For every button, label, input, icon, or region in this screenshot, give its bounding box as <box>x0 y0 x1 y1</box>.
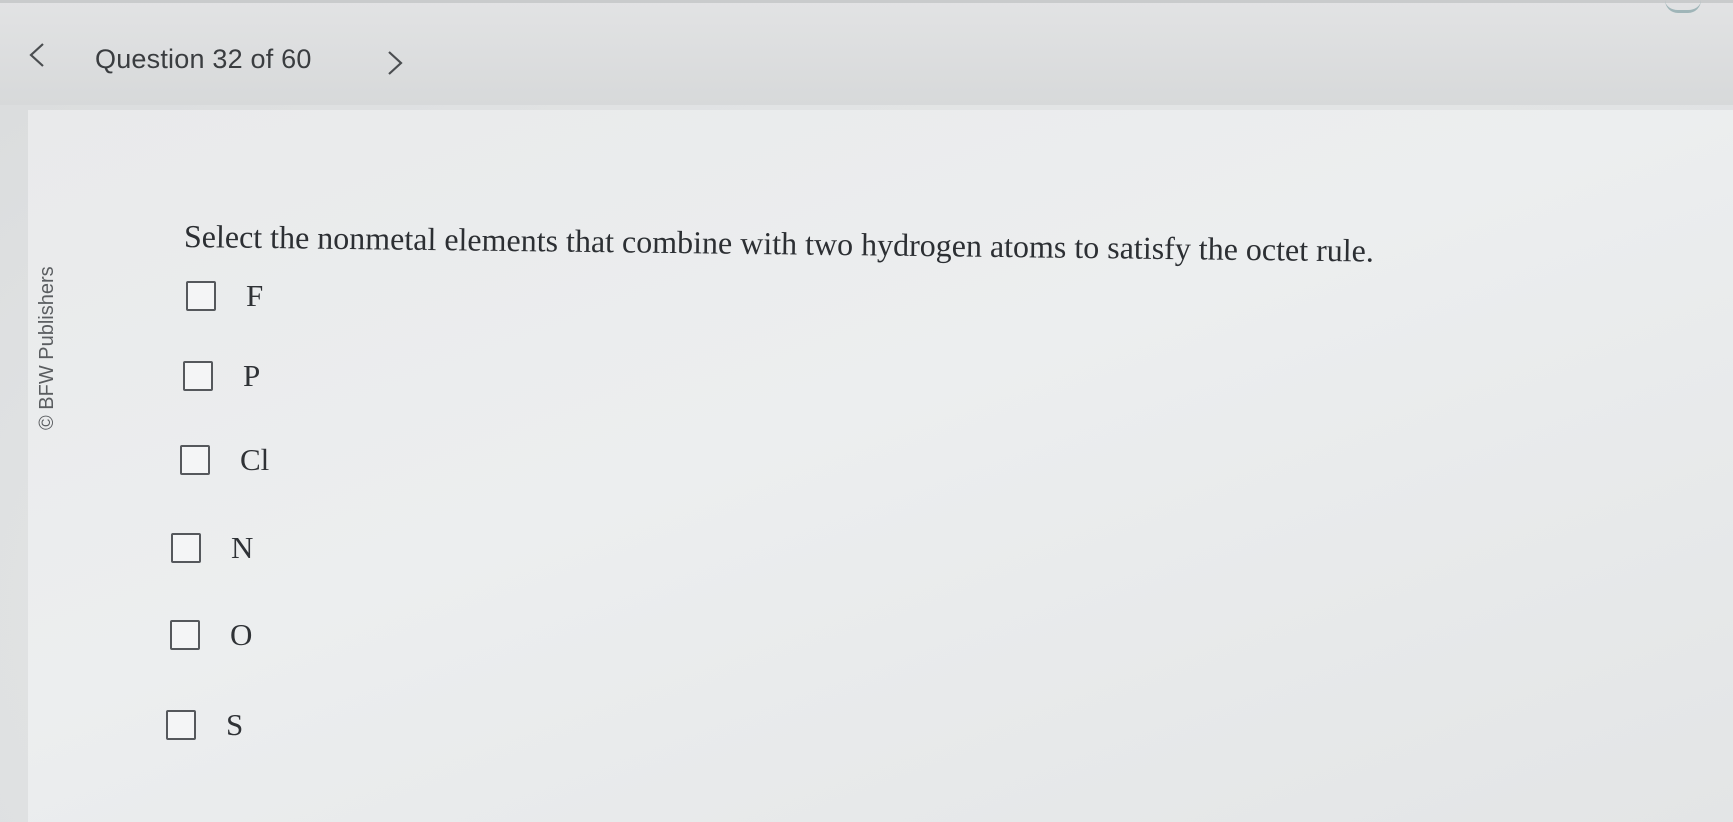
option-checkbox[interactable] <box>166 710 196 740</box>
screen: Question 32 of 60 © BFW Publishers Selec… <box>0 0 1733 822</box>
option-o[interactable]: O <box>170 617 252 653</box>
question-header: Question 32 of 60 <box>0 0 1733 105</box>
option-n[interactable]: N <box>171 530 253 566</box>
question-panel <box>28 110 1733 822</box>
option-label: Cl <box>240 442 270 477</box>
previous-question-button[interactable] <box>22 40 52 70</box>
option-f[interactable]: F <box>186 278 263 314</box>
option-checkbox[interactable] <box>171 533 201 563</box>
option-label: O <box>230 617 253 652</box>
option-label: N <box>231 530 254 565</box>
option-p[interactable]: P <box>183 358 260 394</box>
option-cl[interactable]: Cl <box>180 442 269 478</box>
header-divider <box>0 0 1733 3</box>
option-checkbox[interactable] <box>180 445 210 475</box>
chevron-left-icon <box>29 43 44 67</box>
option-label: S <box>226 707 244 742</box>
option-checkbox[interactable] <box>183 361 213 391</box>
option-checkbox[interactable] <box>170 620 200 650</box>
option-s[interactable]: S <box>166 707 243 743</box>
corner-decoration <box>1665 0 1701 13</box>
question-counter: Question 32 of 60 <box>95 44 312 74</box>
option-label: F <box>246 278 264 313</box>
copyright-notice: © BFW Publishers <box>36 266 58 430</box>
chevron-right-icon <box>388 51 403 75</box>
option-label: P <box>243 358 261 393</box>
next-question-button[interactable] <box>380 48 410 78</box>
option-checkbox[interactable] <box>186 281 216 311</box>
